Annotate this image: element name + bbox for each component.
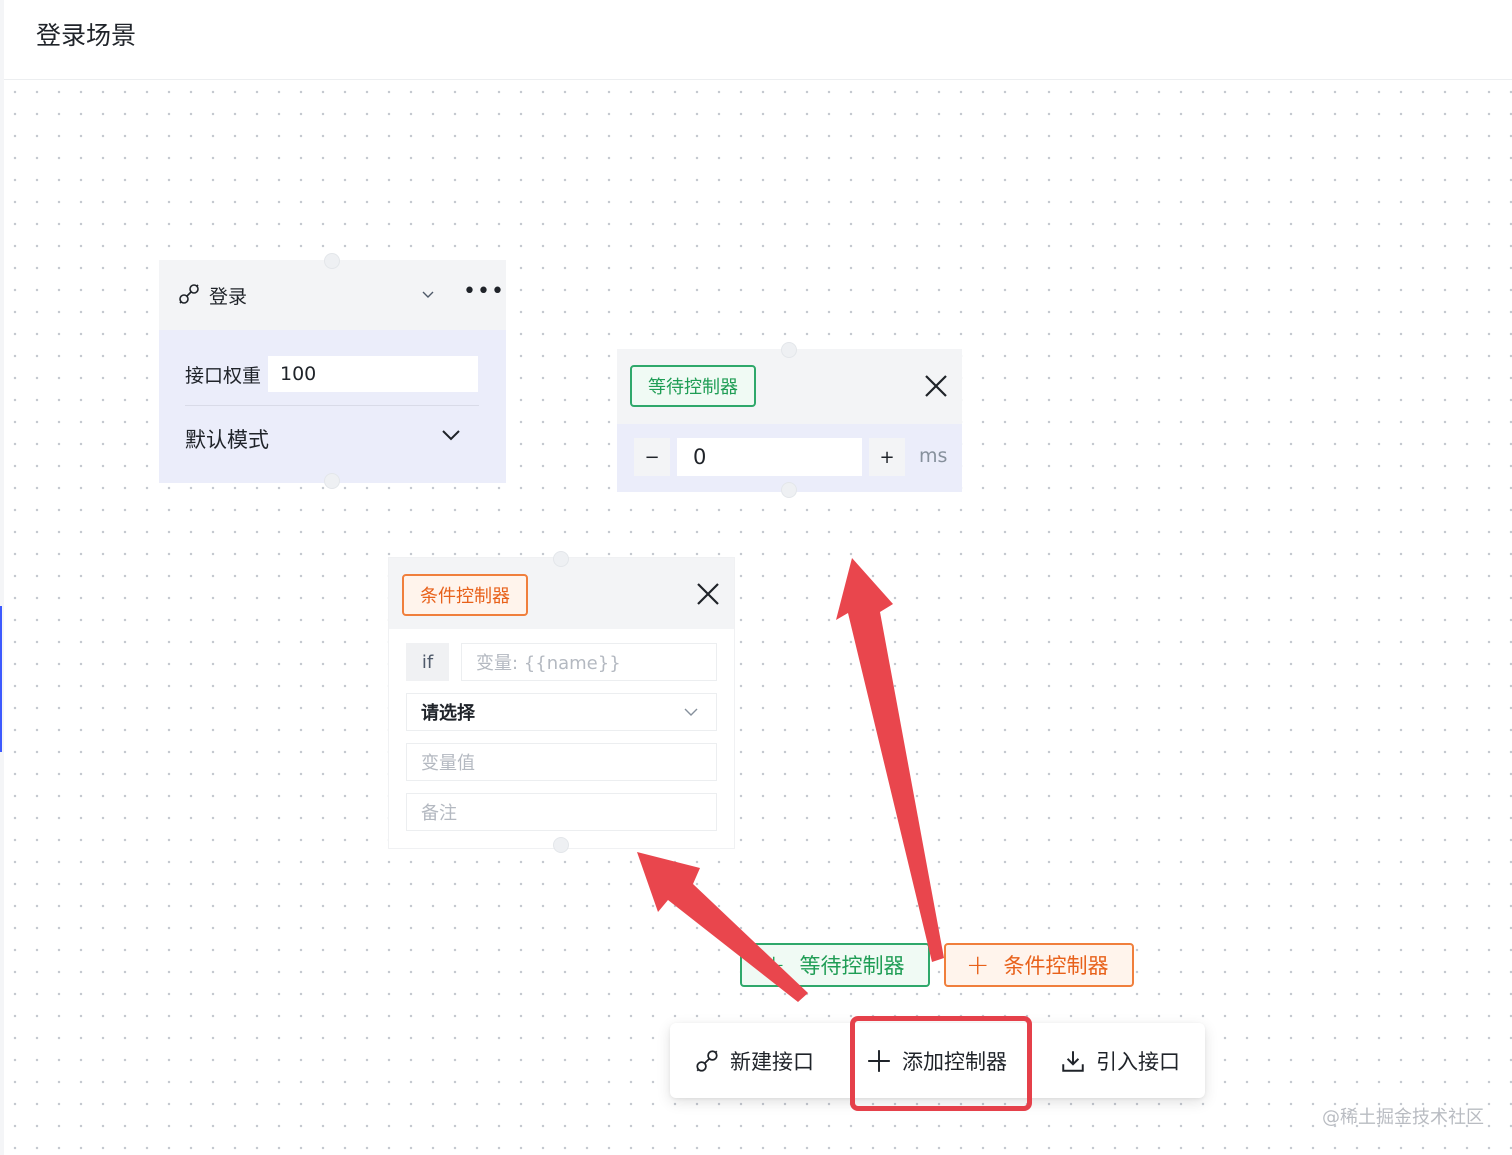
api-node-bottom-handle[interactable]: [324, 473, 340, 489]
import-api-label: 引入接口: [1096, 1049, 1180, 1074]
close-icon[interactable]: [923, 373, 949, 399]
page-header: 登录场景: [0, 0, 1512, 80]
variable-value-placeholder: 变量值: [421, 753, 475, 774]
api-node-top-handle[interactable]: [324, 253, 340, 269]
link-icon: [179, 284, 199, 304]
wait-controller-node[interactable]: 等待控制器 − 0 + ms: [617, 349, 962, 492]
add-wait-label: 等待控制器: [799, 954, 905, 978]
plus-icon: +: [966, 948, 990, 981]
note-input[interactable]: 备注: [406, 793, 717, 831]
new-api-button[interactable]: 新建接口: [694, 1023, 814, 1098]
wait-ms-value: 0: [693, 445, 707, 469]
import-api-button[interactable]: 引入接口: [1060, 1023, 1180, 1098]
chevron-down-icon[interactable]: [421, 288, 435, 300]
wait-ms-input[interactable]: 0: [677, 438, 862, 476]
condition-controller-node[interactable]: 条件控制器 if 变量: {{name}} 请选择 变量值 备注: [389, 558, 734, 848]
more-icon[interactable]: •••: [463, 281, 505, 303]
page-title: 登录场景: [36, 21, 137, 50]
weight-label: 接口权重: [185, 365, 262, 387]
variable-placeholder: 变量: {{name}}: [476, 653, 621, 674]
wait-controller-tag: 等待控制器: [630, 365, 756, 407]
wait-node-bottom-handle[interactable]: [781, 482, 797, 498]
condition-controller-tag: 条件控制器: [402, 574, 528, 616]
api-node-name: 登录: [209, 286, 248, 308]
decrement-button[interactable]: −: [634, 438, 670, 476]
chevron-down-icon: [684, 708, 698, 716]
close-icon[interactable]: [695, 581, 721, 607]
increment-button[interactable]: +: [869, 438, 905, 476]
variable-value-input[interactable]: 变量值: [406, 743, 717, 781]
mode-select[interactable]: 默认模式: [185, 424, 269, 454]
weight-value: 100: [280, 363, 317, 385]
download-icon: [1062, 1050, 1084, 1072]
api-node-login[interactable]: 登录 ••• 接口权重 100 默认模式: [159, 260, 506, 483]
cond-node-bottom-handle[interactable]: [553, 837, 569, 853]
chevron-down-icon[interactable]: [441, 428, 461, 442]
plus-icon: +: [762, 948, 786, 981]
divider: [185, 405, 479, 406]
wait-node-header: 等待控制器: [617, 349, 962, 424]
add-condition-controller-button[interactable]: + 条件控制器: [944, 943, 1134, 987]
cond-node-header: 条件控制器: [389, 558, 734, 629]
add-wait-controller-button[interactable]: + 等待控制器: [740, 943, 930, 987]
new-api-label: 新建接口: [730, 1049, 814, 1074]
operator-select[interactable]: 请选择: [406, 693, 717, 731]
if-label: if: [406, 643, 449, 681]
note-placeholder: 备注: [421, 803, 457, 824]
api-node-header[interactable]: 登录 •••: [159, 260, 506, 330]
unit-label: ms: [919, 445, 948, 467]
cond-node-top-handle[interactable]: [553, 551, 569, 567]
variable-input[interactable]: 变量: {{name}}: [461, 643, 717, 681]
link-icon: [696, 1049, 718, 1072]
add-cond-label: 条件控制器: [1003, 954, 1109, 978]
operator-select-value: 请选择: [421, 703, 475, 724]
weight-input[interactable]: 100: [268, 356, 478, 392]
flow-canvas[interactable]: [4, 81, 1512, 1155]
wait-node-top-handle[interactable]: [781, 342, 797, 358]
annotation-highlight-box: [850, 1016, 1032, 1111]
watermark: @稀土掘金技术社区: [1322, 1107, 1484, 1128]
